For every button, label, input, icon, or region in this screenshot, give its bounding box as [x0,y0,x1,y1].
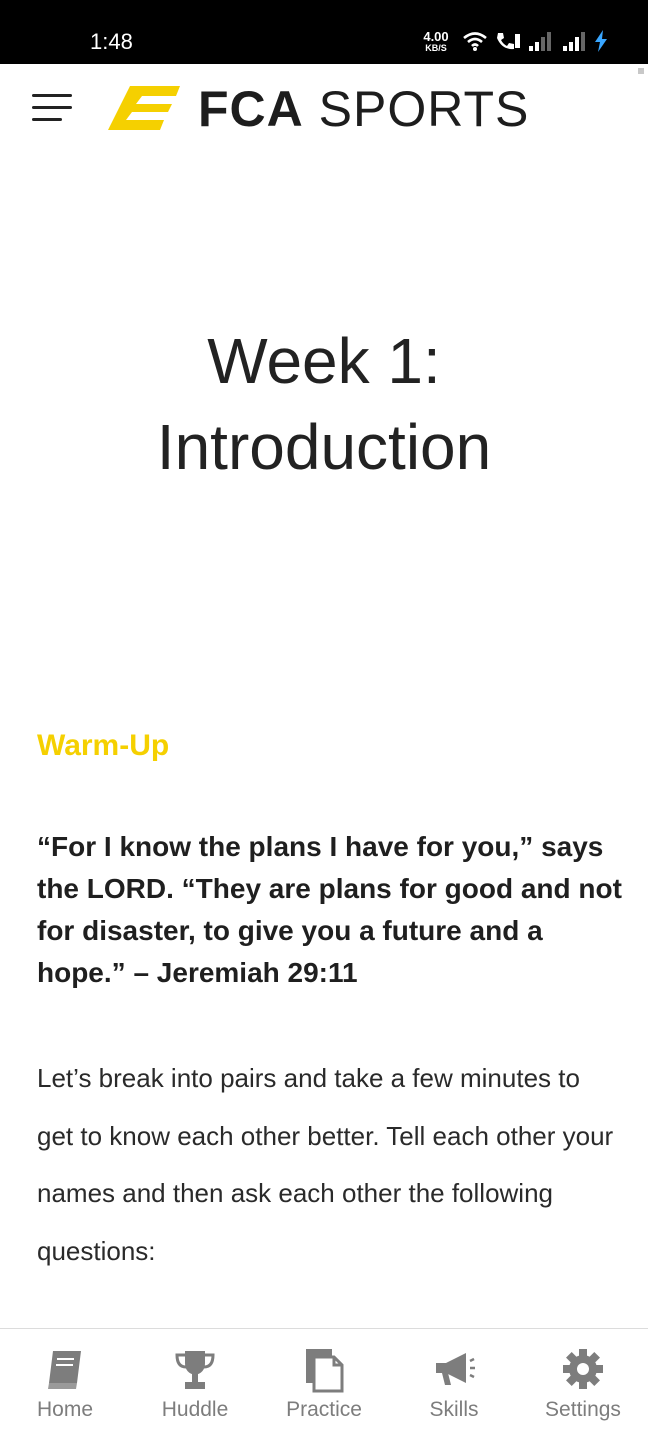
status-bar: 1:48 4.00 KB/S [0,0,648,64]
nav-item-practice[interactable]: Practice [259,1329,389,1440]
book-icon [48,1351,81,1389]
page-title: Week 1: Introduction [60,318,588,490]
signal-icon [563,32,585,51]
documents-icon [306,1349,344,1393]
charging-icon [595,30,607,52]
status-time: 1:48 [90,29,133,54]
network-speed-value: 4.00 [423,29,449,44]
nav-label-huddle: Huddle [161,1398,229,1421]
nav-item-huddle[interactable]: Huddle [130,1329,260,1440]
nav-label-practice: Practice [286,1398,362,1421]
network-speed-unit: KB/S [425,43,447,53]
signal-icon [529,32,551,51]
section-heading: Warm-Up [37,729,170,762]
scripture-verse: “For I know the plans I have for you,” s… [37,831,622,988]
network-speed: 4.00 KB/S [419,30,453,53]
body-paragraph: Let’s break into pairs and take a few mi… [37,1063,614,1266]
bottom-nav: Home Huddle Practice Skills Settings [0,1328,648,1440]
nav-label-home: Home [36,1398,94,1421]
trophy-icon [175,1351,215,1389]
brand-bold: FCA [198,81,304,137]
wifi-icon [463,32,487,51]
brand-wordmark: FCA SPORTS [198,81,529,137]
gear-icon [563,1349,603,1389]
app-header: FCA SPORTS [0,64,648,156]
scroll-indicator [638,68,644,74]
app-screen: 1:48 4.00 KB/S FCA SPORTS Week 1: Introd… [0,0,648,1440]
hamburger-menu-icon[interactable] [30,92,74,124]
nav-item-home[interactable]: Home [0,1329,130,1440]
fca-logo-icon [108,86,180,130]
page-title-line1: Week 1: [207,325,441,397]
nav-label-settings: Settings [545,1398,621,1421]
page-title-line2: Introduction [156,411,492,483]
nav-item-settings[interactable]: Settings [518,1329,648,1440]
call-icon [497,33,520,50]
nav-item-skills[interactable]: Skills [389,1329,519,1440]
nav-label-skills: Skills [429,1398,479,1421]
megaphone-icon [436,1353,475,1385]
brand-light: SPORTS [318,81,530,137]
